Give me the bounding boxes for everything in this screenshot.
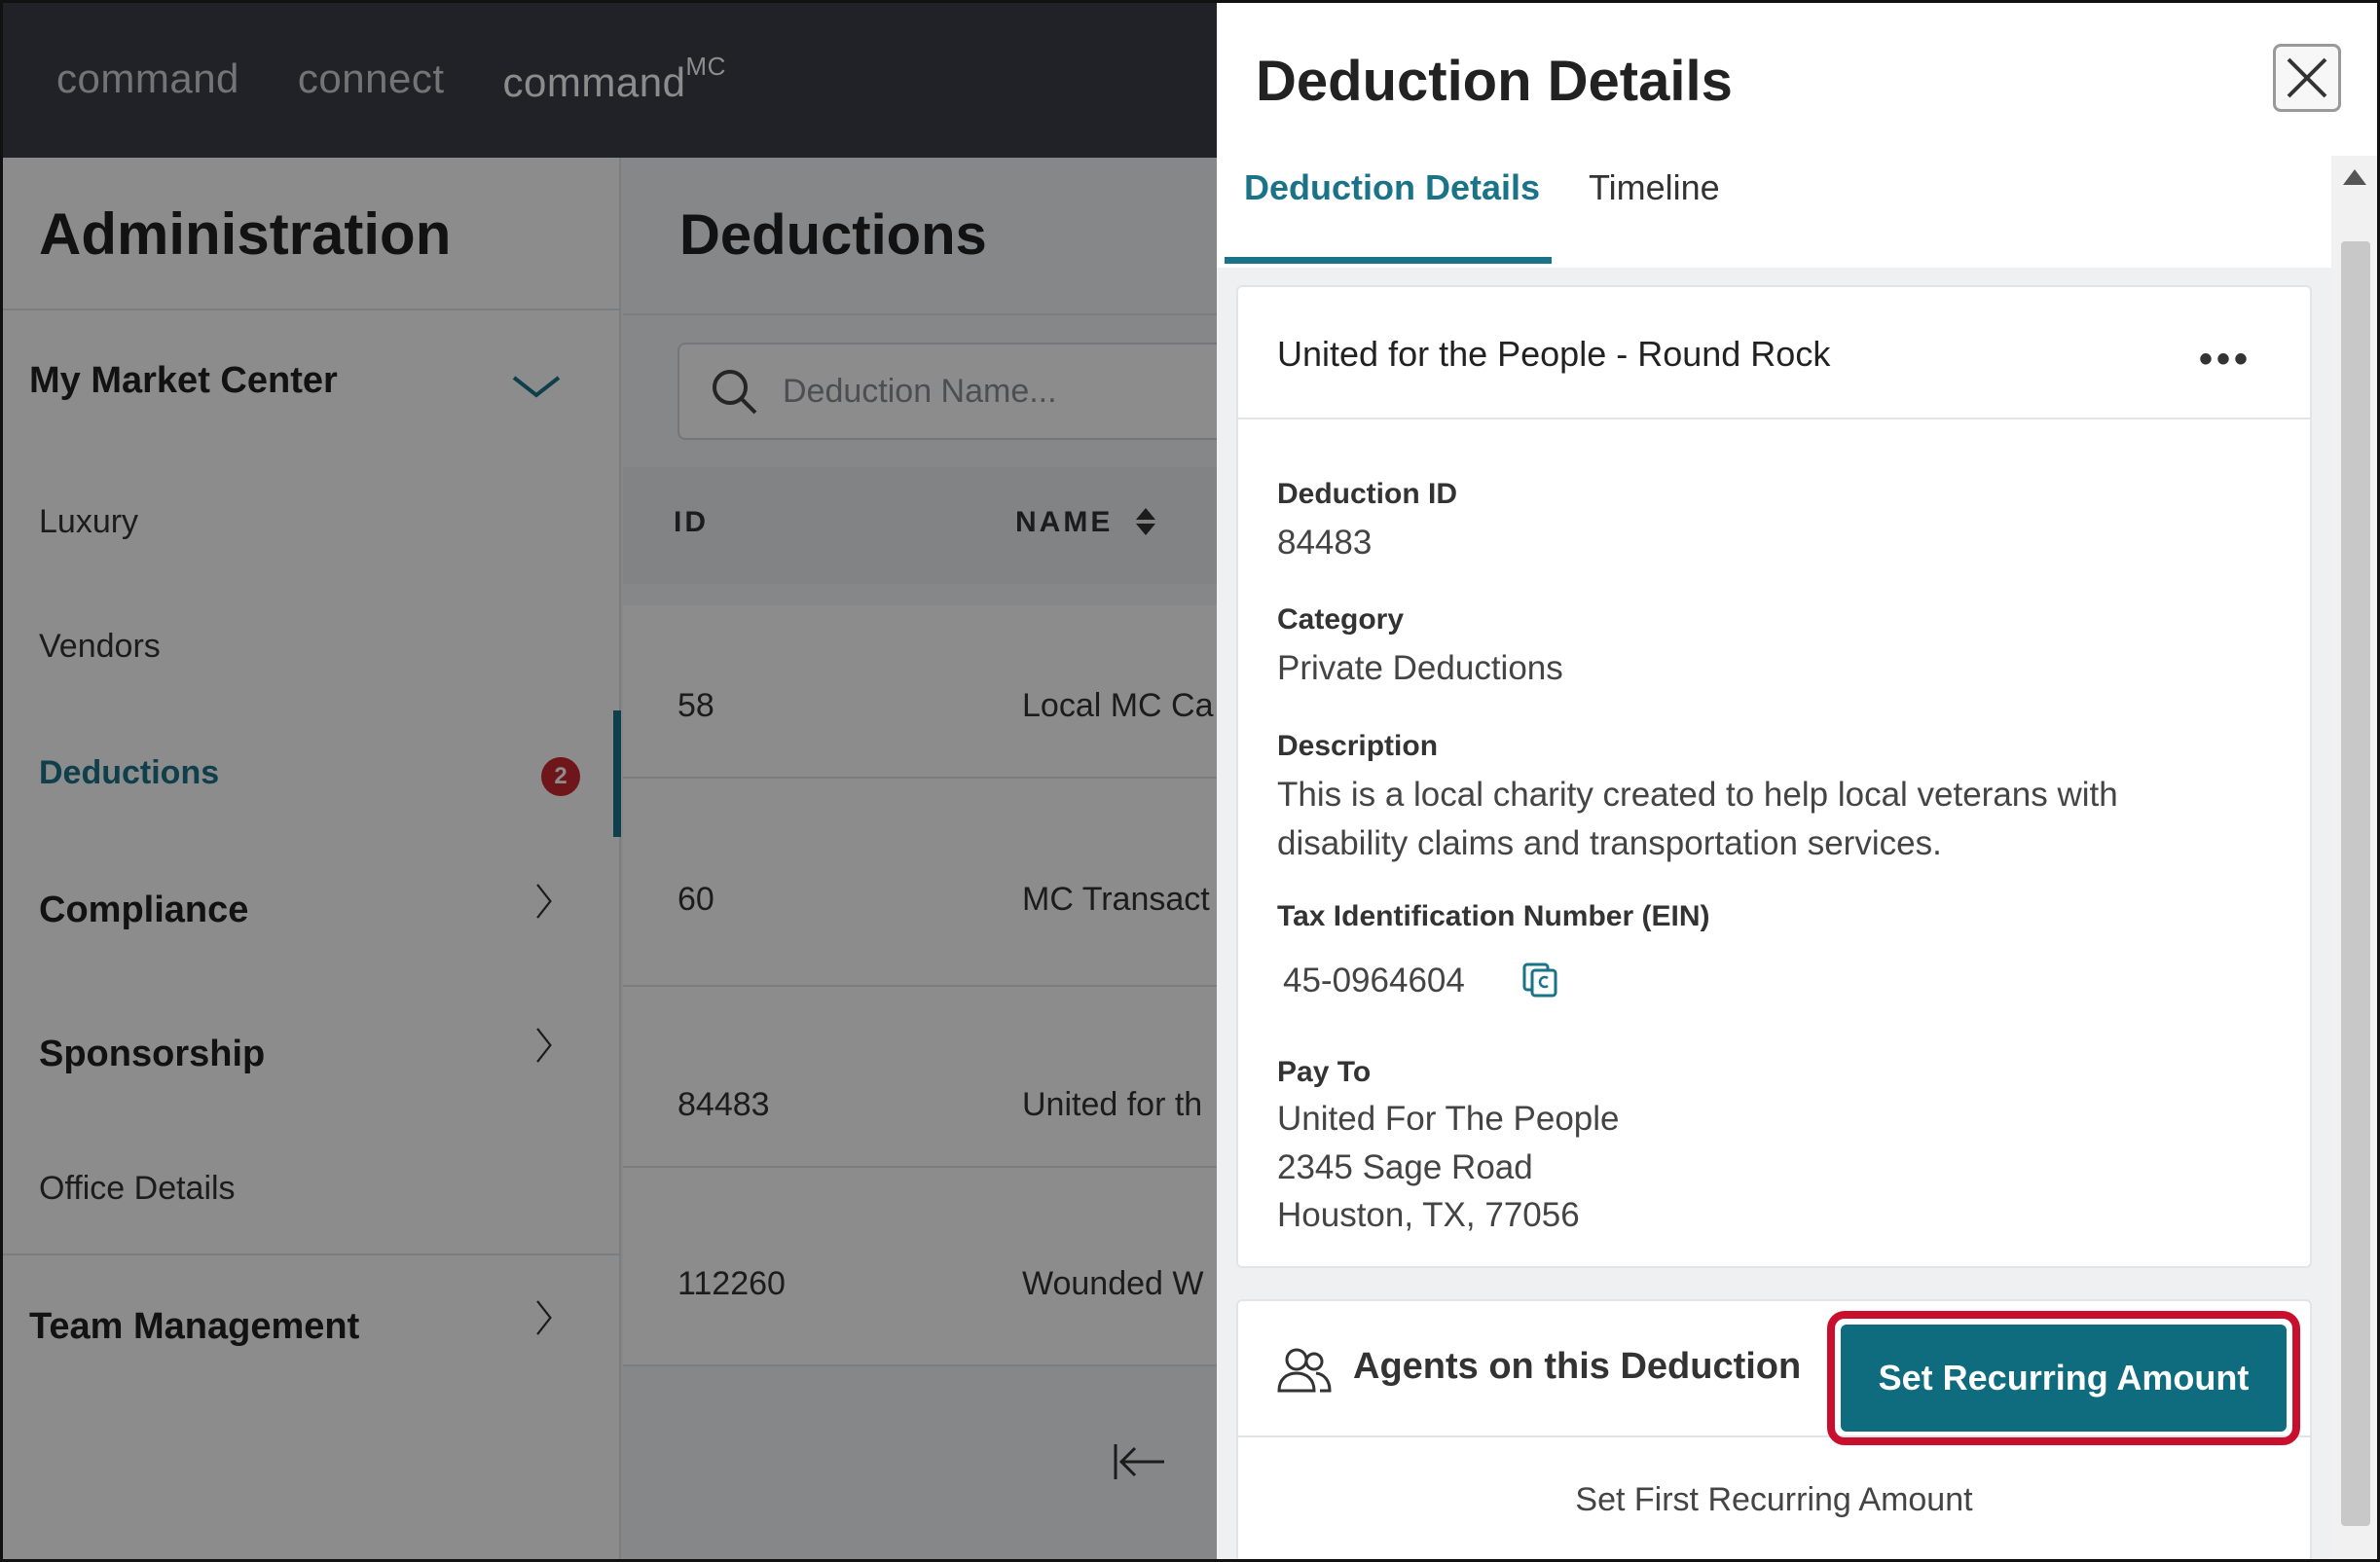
scroll-up-arrow-icon[interactable] bbox=[2343, 169, 2366, 185]
scrollbar[interactable] bbox=[2331, 156, 2380, 1562]
agents-card: Agents on this Deduction Set Recurring A… bbox=[1236, 1299, 2312, 1562]
copy-icon[interactable] bbox=[1520, 961, 1559, 999]
deduction-details-panel: Deduction Details Deduction Details Time… bbox=[1217, 0, 2380, 1562]
more-options-icon[interactable]: ••• bbox=[2199, 338, 2252, 381]
card-header: United for the People - Round Rock ••• bbox=[1238, 287, 2310, 419]
payto-line-1: United For The People bbox=[1277, 1100, 1620, 1138]
tab-timeline[interactable]: Timeline bbox=[1589, 167, 1720, 208]
deduction-id-value: 84483 bbox=[1277, 524, 1373, 562]
tab-deduction-details[interactable]: Deduction Details bbox=[1244, 167, 1540, 208]
agents-card-header: Agents on this Deduction Set Recurring A… bbox=[1238, 1301, 2310, 1445]
modal-overlay[interactable] bbox=[0, 0, 1217, 1562]
payto-label: Pay To bbox=[1277, 1056, 1372, 1088]
description-line-2: disability claims and transportation ser… bbox=[1277, 824, 1942, 862]
deduction-info-card: United for the People - Round Rock ••• D… bbox=[1236, 285, 2312, 1268]
description-label: Description bbox=[1277, 730, 1439, 762]
scroll-thumb[interactable] bbox=[2341, 241, 2370, 1526]
deduction-name: United for the People - Round Rock bbox=[1277, 334, 1831, 374]
panel-content: United for the People - Round Rock ••• D… bbox=[1217, 268, 2331, 1562]
tin-label: Tax Identification Number (EIN) bbox=[1277, 900, 1710, 932]
set-first-recurring-amount[interactable]: Set First Recurring Amount bbox=[1238, 1481, 2310, 1519]
payto-line-3: Houston, TX, 77056 bbox=[1277, 1196, 1580, 1234]
close-button[interactable] bbox=[2273, 44, 2341, 112]
category-value: Private Deductions bbox=[1277, 649, 1563, 687]
set-recurring-amount-button[interactable]: Set Recurring Amount bbox=[1841, 1325, 2287, 1432]
panel-tabs: Deduction Details Timeline bbox=[1217, 156, 2331, 268]
active-tab-indicator bbox=[1225, 257, 1552, 264]
users-icon bbox=[1277, 1348, 1332, 1393]
payto-line-2: 2345 Sage Road bbox=[1277, 1148, 1533, 1186]
panel-title: Deduction Details bbox=[1256, 50, 1733, 113]
agents-label: Agents on this Deduction bbox=[1353, 1346, 1802, 1387]
category-label: Category bbox=[1277, 603, 1405, 636]
tin-value: 45-0964604 bbox=[1283, 962, 1465, 999]
close-icon bbox=[2287, 57, 2327, 98]
description-line-1: This is a local charity created to help … bbox=[1277, 776, 2118, 814]
deduction-id-label: Deduction ID bbox=[1277, 478, 1457, 510]
